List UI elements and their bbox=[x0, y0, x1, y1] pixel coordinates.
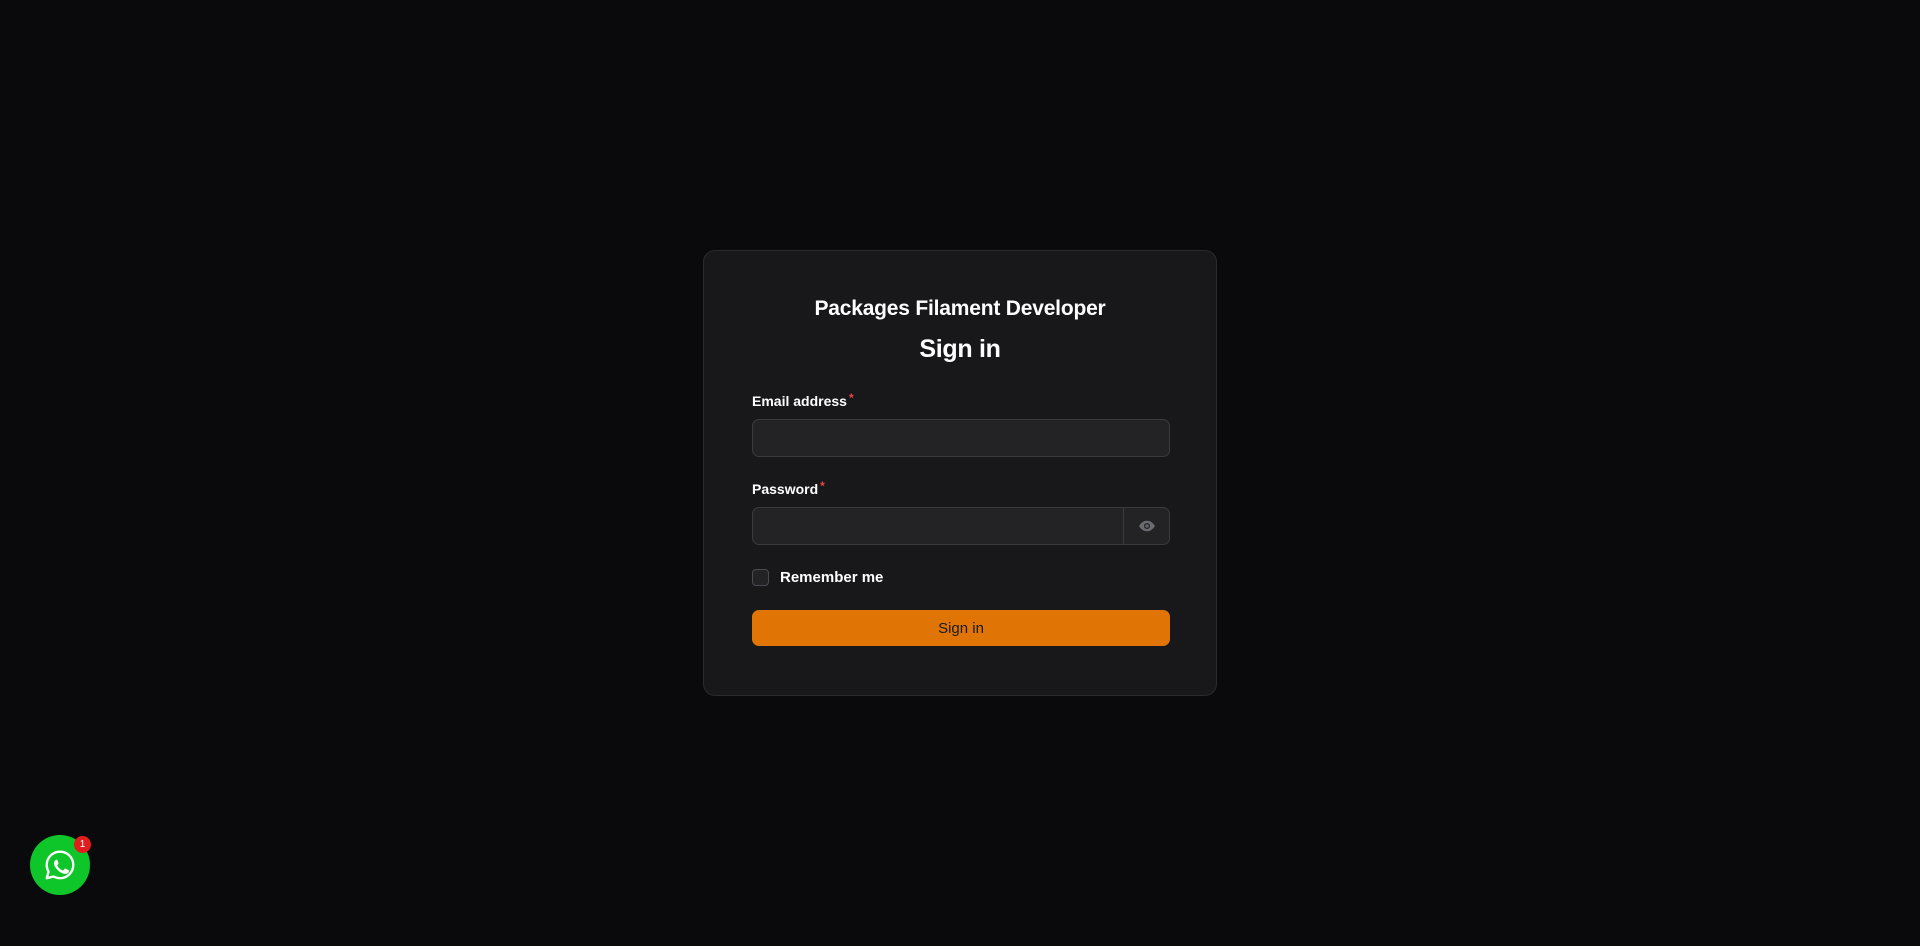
password-input-box bbox=[752, 507, 1170, 545]
remember-me-checkbox[interactable] bbox=[752, 569, 769, 586]
eye-icon bbox=[1138, 520, 1155, 532]
email-label: Email address bbox=[752, 393, 847, 409]
show-password-button[interactable] bbox=[1123, 508, 1169, 544]
password-label-row: Password * bbox=[752, 479, 1168, 497]
password-required-mark: * bbox=[820, 479, 825, 493]
sign-in-button[interactable]: Sign in bbox=[752, 610, 1170, 646]
password-label: Password bbox=[752, 481, 819, 497]
brand-name: Packages Filament Developer bbox=[814, 297, 1106, 320]
remember-me-row: Remember me bbox=[752, 569, 1168, 586]
login-page: Packages Filament Developer Sign in Emai… bbox=[0, 0, 1920, 946]
whatsapp-icon bbox=[45, 850, 75, 880]
email-field[interactable] bbox=[753, 420, 1169, 456]
email-input-box bbox=[752, 419, 1170, 457]
password-field[interactable] bbox=[753, 508, 1123, 544]
email-field-group: Email address * bbox=[752, 391, 1170, 457]
page-title: Sign in bbox=[919, 335, 1001, 363]
login-card: Packages Filament Developer Sign in Emai… bbox=[703, 250, 1217, 696]
remember-me-label: Remember me bbox=[780, 569, 884, 586]
email-required-mark: * bbox=[848, 391, 854, 405]
notification-badge: 1 bbox=[74, 836, 91, 853]
password-field-group: Password * bbox=[752, 479, 1170, 545]
email-label-row: Email address * bbox=[752, 391, 1168, 409]
